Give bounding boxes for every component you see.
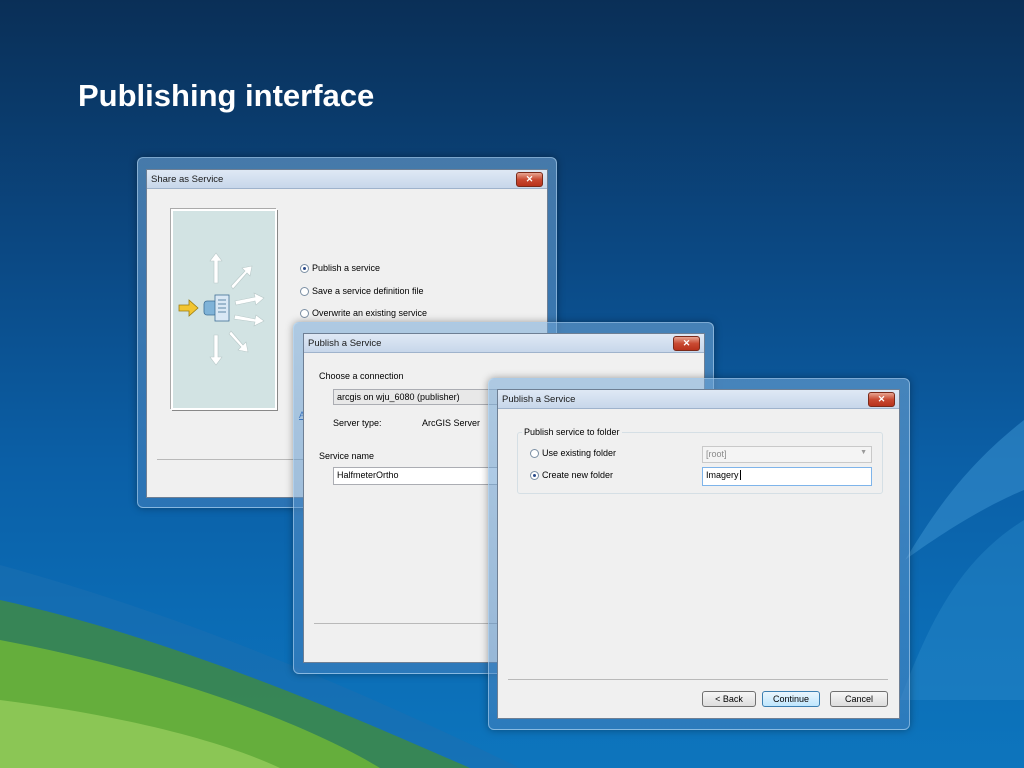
service-name-value: HalfmeterOrtho — [337, 470, 399, 480]
close-icon: ✕ — [682, 338, 691, 348]
publish1-divider — [314, 623, 504, 624]
existing-folder-value: [root] — [706, 449, 727, 459]
server-icon — [203, 294, 230, 322]
publish-illustration — [171, 209, 277, 410]
publish1-titlebar[interactable]: Publish a Service ✕ — [304, 334, 704, 353]
slide-title: Publishing interface — [78, 78, 375, 113]
connection-dropdown[interactable]: arcgis on wju_6080 (publisher) — [333, 389, 503, 405]
text-cursor — [739, 470, 741, 480]
publish-service-label: Publish a service — [312, 263, 381, 273]
existing-folder-dropdown[interactable]: [root] ▼ — [702, 446, 872, 463]
publish-arrow-icon — [178, 299, 199, 317]
continue-button[interactable]: Continue — [762, 691, 820, 707]
server-type-label: Server type: — [333, 418, 382, 428]
publish1-title: Publish a Service — [308, 338, 382, 349]
service-name-input[interactable]: HalfmeterOrtho — [333, 467, 503, 485]
server-type-value: ArcGIS Server — [422, 418, 481, 428]
publish-folder-dialog: Publish a Service ✕ Publish service to f… — [497, 389, 900, 719]
use-existing-folder-radio[interactable] — [530, 449, 539, 458]
save-definition-radio[interactable] — [300, 287, 309, 296]
use-existing-folder-label: Use existing folder — [542, 448, 617, 458]
back-button[interactable]: < Back — [702, 691, 756, 707]
service-name-label: Service name — [319, 451, 375, 461]
cancel-button[interactable]: Cancel — [830, 691, 888, 707]
share-title: Share as Service — [151, 174, 224, 185]
create-new-folder-radio[interactable] — [530, 471, 539, 480]
share-titlebar[interactable]: Share as Service ✕ — [147, 170, 547, 189]
connection-value: arcgis on wju_6080 (publisher) — [337, 392, 460, 402]
publish-folder-group-label: Publish service to folder — [522, 427, 622, 437]
overwrite-service-label: Overwrite an existing service — [312, 308, 428, 318]
share-close-button[interactable]: ✕ — [516, 172, 543, 187]
publish2-titlebar[interactable]: Publish a Service ✕ — [498, 390, 899, 409]
new-folder-value: Imagery — [706, 470, 739, 480]
share-divider — [157, 459, 307, 460]
save-definition-label: Save a service definition file — [312, 286, 424, 296]
close-icon: ✕ — [877, 394, 886, 404]
publish1-close-button[interactable]: ✕ — [673, 336, 700, 351]
publish2-close-button[interactable]: ✕ — [868, 392, 895, 407]
new-folder-input[interactable]: Imagery — [702, 467, 872, 486]
publish2-title: Publish a Service — [502, 394, 576, 405]
publish-diagram-icon — [178, 252, 265, 366]
overwrite-service-radio[interactable] — [300, 309, 309, 318]
publish2-divider — [508, 679, 888, 680]
close-icon: ✕ — [525, 174, 534, 184]
choose-connection-label: Choose a connection — [319, 371, 404, 381]
dropdown-arrow-icon: ▼ — [860, 449, 867, 456]
publish-service-radio[interactable] — [300, 264, 309, 273]
create-new-folder-label: Create new folder — [542, 470, 614, 480]
